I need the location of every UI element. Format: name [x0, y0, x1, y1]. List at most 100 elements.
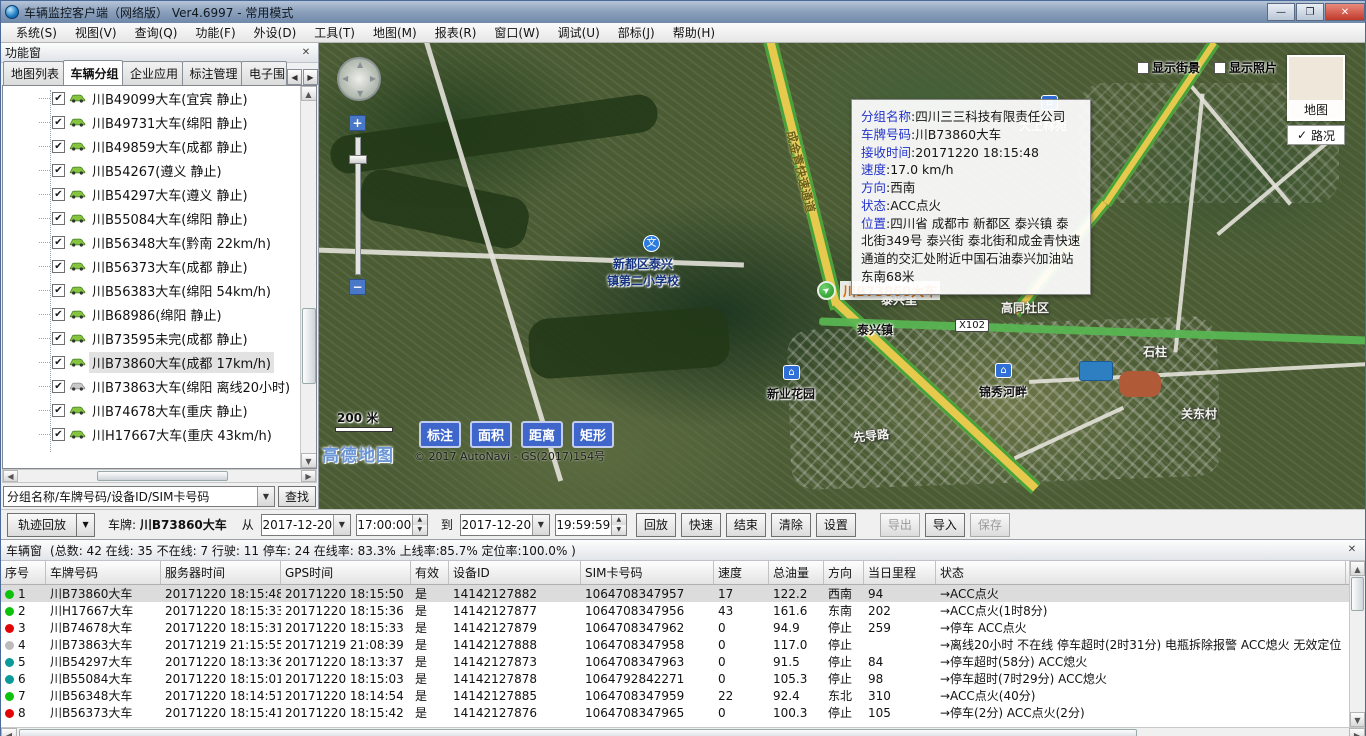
column-header-有效[interactable]: 有效	[411, 561, 449, 584]
tree-vehicle-item[interactable]: ✔川H17667大车(重庆 43km/h)	[3, 422, 316, 446]
playback-button-设置[interactable]: 设置	[816, 513, 856, 537]
checkbox-icon[interactable]	[1137, 62, 1149, 74]
scroll-down-icon[interactable]: ▼	[1350, 712, 1365, 727]
table-row[interactable]: 1川B73860大车20171220 18:15:4820171220 18:1…	[1, 585, 1365, 602]
menu-item-J[interactable]: 部标(J)	[609, 22, 664, 43]
scroll-down-icon[interactable]: ▼	[301, 453, 317, 468]
scroll-thumb[interactable]	[302, 308, 316, 384]
map-type-switcher[interactable]: 地图	[1287, 55, 1345, 121]
map-tool-button-距离[interactable]: 距离	[521, 421, 563, 448]
menu-item-D[interactable]: 外设(D)	[245, 22, 306, 43]
close-button[interactable]: ✕	[1325, 3, 1365, 21]
menu-item-Q[interactable]: 查询(Q)	[126, 22, 187, 43]
zoom-slider-track[interactable]	[355, 137, 361, 275]
chevron-down-icon[interactable]: ▼	[333, 515, 350, 535]
menu-item-V[interactable]: 视图(V)	[66, 22, 126, 43]
column-header-设备ID[interactable]: 设备ID	[449, 561, 581, 584]
vehicle-checkbox[interactable]: ✔	[52, 116, 65, 129]
tree-vehicle-item[interactable]: ✔川B49859大车(成都 静止)	[3, 134, 316, 158]
scroll-left-icon[interactable]: ◀	[1, 728, 17, 736]
tree-vehicle-item[interactable]: ✔川B74678大车(重庆 静止)	[3, 398, 316, 422]
spin-down-icon[interactable]: ▼	[612, 525, 626, 535]
scroll-up-icon[interactable]: ▲	[301, 86, 317, 101]
maximize-button[interactable]: ❐	[1296, 3, 1324, 21]
column-header-SIM卡号码[interactable]: SIM卡号码	[581, 561, 714, 584]
menu-item-R[interactable]: 报表(R)	[426, 22, 486, 43]
tab-scroll-left-icon[interactable]: ◀	[287, 69, 302, 85]
column-header-当日里程[interactable]: 当日里程	[864, 561, 936, 584]
table-row[interactable]: 2川H17667大车20171220 18:15:3320171220 18:1…	[1, 602, 1365, 619]
tab-2[interactable]: 企业应用	[122, 61, 183, 85]
table-row[interactable]: 8川B56373大车20171220 18:15:4120171220 18:1…	[1, 704, 1365, 721]
checkbox-icon[interactable]	[1214, 62, 1226, 74]
tree-vehicle-item[interactable]: ✔川B49099大车(宜宾 静止)	[3, 86, 316, 110]
vehicle-checkbox[interactable]: ✔	[52, 428, 65, 441]
spin-up-icon[interactable]: ▲	[413, 515, 427, 525]
map-tool-button-矩形[interactable]: 矩形	[572, 421, 614, 448]
map-canvas[interactable]: ▲▼ ◀▶ + − 显示街景 显示照片 地图	[319, 43, 1365, 509]
tree-vehicle-item[interactable]: ✔川B68986(绵阳 静止)	[3, 302, 316, 326]
table-vertical-scrollbar[interactable]: ▲ ▼	[1349, 561, 1365, 727]
tree-vehicle-item[interactable]: ✔川B56348大车(黔南 22km/h)	[3, 230, 316, 254]
chevron-down-icon[interactable]: ▼	[257, 487, 274, 506]
vehicle-checkbox[interactable]: ✔	[52, 92, 65, 105]
vehicle-checkbox[interactable]: ✔	[52, 356, 65, 369]
scroll-thumb[interactable]	[1351, 577, 1364, 611]
playback-button-结束[interactable]: 结束	[726, 513, 766, 537]
scroll-thumb[interactable]	[97, 471, 228, 481]
column-header-状态[interactable]: 状态	[936, 561, 1346, 584]
tree-vehicle-item[interactable]: ✔川B55084大车(绵阳 静止)	[3, 206, 316, 230]
column-header-序号[interactable]: 序号	[1, 561, 46, 584]
menu-item-T[interactable]: 工具(T)	[305, 22, 364, 43]
scroll-right-icon[interactable]: ▶	[301, 470, 316, 482]
vehicle-checkbox[interactable]: ✔	[52, 236, 65, 249]
tab-1[interactable]: 车辆分组	[63, 60, 124, 85]
menu-item-U[interactable]: 调试(U)	[549, 22, 609, 43]
vehicle-checkbox[interactable]: ✔	[52, 260, 65, 273]
search-button[interactable]: 查找	[278, 486, 316, 507]
vehicle-checkbox[interactable]: ✔	[52, 212, 65, 225]
table-row[interactable]: 5川B54297大车20171220 18:13:3620171220 18:1…	[1, 653, 1365, 670]
tree-vehicle-item[interactable]: ✔川B49731大车(绵阳 静止)	[3, 110, 316, 134]
tree-vehicle-item[interactable]: ✔川B56383大车(绵阳 54km/h)	[3, 278, 316, 302]
tree-vehicle-item[interactable]: ✔川B73595未完(成都 静止)	[3, 326, 316, 350]
chevron-down-icon[interactable]: ▼	[532, 515, 549, 535]
to-date-picker[interactable]: 2017-12-20 ▼	[460, 514, 550, 536]
vehicle-search-combo[interactable]: 分组名称/车牌号码/设备ID/SIM卡号码 ▼	[3, 486, 275, 507]
table-row[interactable]: 4川B73863大车20171219 21:15:5520171219 21:0…	[1, 636, 1365, 653]
menu-item-W[interactable]: 窗口(W)	[485, 22, 548, 43]
tree-vehicle-item[interactable]: ✔川B73860大车(成都 17km/h)	[3, 350, 316, 374]
playback-button-导入[interactable]: 导入	[925, 513, 965, 537]
tree-vertical-scrollbar[interactable]: ▲ ▼	[300, 86, 316, 468]
menu-item-F[interactable]: 功能(F)	[186, 22, 244, 43]
zoom-out-button[interactable]: −	[349, 279, 366, 295]
tab-0[interactable]: 地图列表	[3, 61, 64, 85]
playback-button-快速[interactable]: 快速	[681, 513, 721, 537]
scroll-up-icon[interactable]: ▲	[1350, 561, 1365, 576]
from-date-picker[interactable]: 2017-12-20 ▼	[261, 514, 351, 536]
vehicle-checkbox[interactable]: ✔	[52, 380, 65, 393]
table-horizontal-scrollbar[interactable]: ◀ ▶	[1, 727, 1365, 736]
tab-scroll-right-icon[interactable]: ▶	[303, 69, 318, 85]
chevron-down-icon[interactable]: ▼	[77, 513, 95, 537]
tree-vehicle-item[interactable]: ✔川B73863大车(绵阳 离线20小时)	[3, 374, 316, 398]
column-header-车牌号码[interactable]: 车牌号码	[46, 561, 161, 584]
scroll-thumb[interactable]	[19, 729, 1137, 736]
playback-button-回放[interactable]: 回放	[636, 513, 676, 537]
scroll-left-icon[interactable]: ◀	[3, 470, 18, 482]
search-input[interactable]: 分组名称/车牌号码/设备ID/SIM卡号码	[4, 488, 257, 505]
tab-3[interactable]: 标注管理	[182, 61, 243, 85]
table-row[interactable]: 3川B74678大车20171220 18:15:3120171220 18:1…	[1, 619, 1365, 636]
photos-checkbox[interactable]: 显示照片	[1214, 59, 1277, 76]
spin-up-icon[interactable]: ▲	[612, 515, 626, 525]
street-view-checkbox[interactable]: 显示街景	[1137, 59, 1200, 76]
panel-close-icon[interactable]: ✕	[298, 46, 314, 60]
column-header-速度[interactable]: 速度	[714, 561, 769, 584]
playback-button-清除[interactable]: 清除	[771, 513, 811, 537]
column-header-总油量[interactable]: 总油量	[769, 561, 824, 584]
tab-4[interactable]: 电子围	[241, 61, 287, 85]
tree-vehicle-item[interactable]: ✔川B54267(遵义 静止)	[3, 158, 316, 182]
tree-vehicle-item[interactable]: ✔川B54297大车(遵义 静止)	[3, 182, 316, 206]
menu-item-M[interactable]: 地图(M)	[364, 22, 426, 43]
vehicle-marker[interactable]: ➤	[817, 281, 836, 300]
